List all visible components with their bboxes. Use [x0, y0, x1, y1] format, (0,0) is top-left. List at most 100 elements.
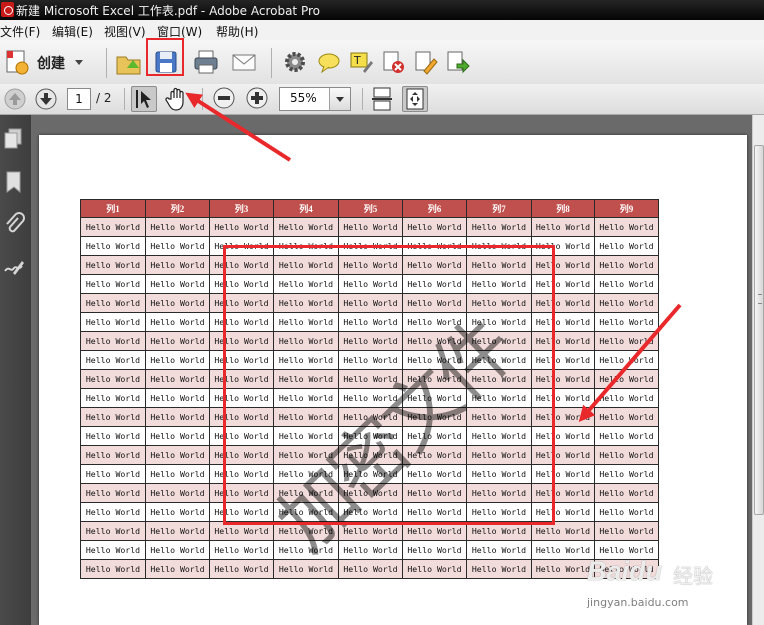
- column-header: 列9: [594, 199, 659, 218]
- jingyan-url: jingyan.baidu.com: [587, 596, 689, 609]
- bookmarks-button[interactable]: [3, 170, 25, 194]
- page-thumbnails-button[interactable]: [3, 127, 25, 151]
- table-cell: Hello World: [80, 483, 146, 503]
- table-cell: Hello World: [402, 559, 467, 579]
- comment-button[interactable]: [316, 49, 342, 75]
- previous-page-button[interactable]: [3, 87, 27, 111]
- table-cell: Hello World: [80, 350, 146, 370]
- baidu-logo: Baidu: [587, 556, 663, 586]
- menu-help[interactable]: 帮助(H): [216, 23, 258, 40]
- toolbar-separator: [124, 88, 125, 110]
- table-cell: Hello World: [80, 388, 146, 408]
- table-cell: Hello World: [594, 388, 659, 408]
- email-button[interactable]: [230, 48, 258, 76]
- save-highlight-box: [146, 38, 184, 76]
- table-cell: Hello World: [145, 255, 210, 275]
- arrow-down-circle-icon: [35, 88, 57, 110]
- table-cell: Hello World: [338, 540, 403, 560]
- column-header: 列6: [402, 199, 467, 218]
- page-number-input[interactable]: 1: [67, 88, 91, 110]
- table-cell: Hello World: [209, 540, 274, 560]
- sign-button[interactable]: [412, 49, 438, 75]
- table-cell: Hello World: [338, 559, 403, 579]
- create-pdf-icon: [6, 50, 29, 75]
- menu-file[interactable]: 文件(F): [0, 23, 40, 40]
- zoom-select[interactable]: 55%: [279, 87, 351, 111]
- table-cell: Hello World: [145, 521, 210, 541]
- create-button-label[interactable]: 创建: [37, 53, 65, 73]
- page-total: / 2: [96, 91, 112, 105]
- table-header-row: 列1 列2 列3 列4 列5 列6 列7 列8 列9: [80, 199, 659, 218]
- arrow-up-circle-icon: [4, 88, 26, 110]
- table-cell: Hello World: [145, 559, 210, 579]
- fit-page-button[interactable]: [402, 86, 428, 112]
- table-cell: Hello World: [145, 540, 210, 560]
- table-cell: Hello World: [466, 540, 532, 560]
- zoom-value: 55%: [290, 91, 317, 105]
- gear-icon: [285, 52, 305, 72]
- table-cell: Hello World: [273, 540, 339, 560]
- table-cell: Hello World: [531, 559, 595, 579]
- scroll-mode-button[interactable]: [369, 86, 395, 112]
- table-row: Hello World Hello World Hello World Hello W…: [80, 217, 659, 237]
- continuous-scroll-icon: [372, 87, 392, 111]
- column-header: 列3: [209, 199, 274, 218]
- zoom-in-button[interactable]: [245, 86, 269, 110]
- menu-bar: 文件(F) 编辑(E) 视图(V) 窗口(W) 帮助(H): [0, 20, 764, 40]
- document-export-icon: [447, 51, 470, 74]
- print-button[interactable]: [192, 48, 220, 76]
- toolbar-separator: [106, 48, 107, 78]
- secure-button[interactable]: [380, 49, 406, 75]
- attachments-button[interactable]: [3, 212, 25, 236]
- svg-text:T: T: [353, 54, 361, 67]
- title-bar: 新建 Microsoft Excel 工作表.pdf - Adobe Acrob…: [0, 0, 764, 20]
- zoom-out-button[interactable]: [212, 86, 236, 110]
- hand-tool-button[interactable]: [164, 86, 190, 112]
- open-button[interactable]: [114, 48, 144, 78]
- table-cell: Hello World: [209, 217, 274, 237]
- watermark-highlight-box: [223, 245, 555, 525]
- scrollbar-thumb[interactable]: [754, 145, 764, 515]
- table-cell: Hello World: [466, 559, 532, 579]
- table-cell: Hello World: [145, 407, 210, 427]
- chevron-down-icon[interactable]: [329, 88, 350, 110]
- table-cell: Hello World: [145, 350, 210, 370]
- table-row: Hello World Hello World Hello World Hello W…: [80, 559, 659, 579]
- bookmark-icon: [6, 171, 21, 194]
- table-cell: Hello World: [80, 407, 146, 427]
- table-cell: Hello World: [145, 502, 210, 522]
- menu-edit[interactable]: 编辑(E): [52, 23, 93, 40]
- table-cell: Hello World: [80, 464, 146, 484]
- create-dropdown-caret[interactable]: [75, 60, 83, 65]
- fit-page-icon: [406, 88, 424, 110]
- table-cell: Hello World: [145, 445, 210, 465]
- table-cell: Hello World: [402, 217, 467, 237]
- next-page-button[interactable]: [34, 87, 58, 111]
- open-folder-icon: [116, 56, 141, 75]
- export-button[interactable]: [444, 49, 470, 75]
- menu-view[interactable]: 视图(V): [104, 23, 146, 40]
- table-cell: Hello World: [594, 426, 659, 446]
- typewriter-button[interactable]: T: [348, 49, 374, 75]
- table-cell: Hello World: [145, 217, 210, 237]
- hand-icon: [165, 87, 184, 111]
- signatures-button[interactable]: [3, 255, 25, 279]
- printer-icon: [194, 50, 218, 74]
- table-cell: Hello World: [145, 274, 210, 294]
- navigation-pane: [0, 115, 31, 625]
- table-cell: Hello World: [145, 331, 210, 351]
- column-header: 列4: [273, 199, 339, 218]
- settings-button[interactable]: [282, 49, 308, 75]
- text-edit-icon: T: [350, 52, 373, 73]
- table-cell: Hello World: [273, 217, 339, 237]
- table-cell: Hello World: [145, 293, 210, 313]
- table-cell: Hello World: [80, 426, 146, 446]
- signature-pen-icon: [4, 261, 24, 275]
- table-cell: Hello World: [594, 312, 659, 332]
- toolbar-separator: [271, 48, 272, 78]
- vertical-scrollbar[interactable]: [752, 115, 764, 625]
- select-tool-button[interactable]: [131, 86, 157, 112]
- document-sign-icon: [415, 51, 438, 75]
- create-button[interactable]: [4, 48, 32, 76]
- table-cell: Hello World: [338, 217, 403, 237]
